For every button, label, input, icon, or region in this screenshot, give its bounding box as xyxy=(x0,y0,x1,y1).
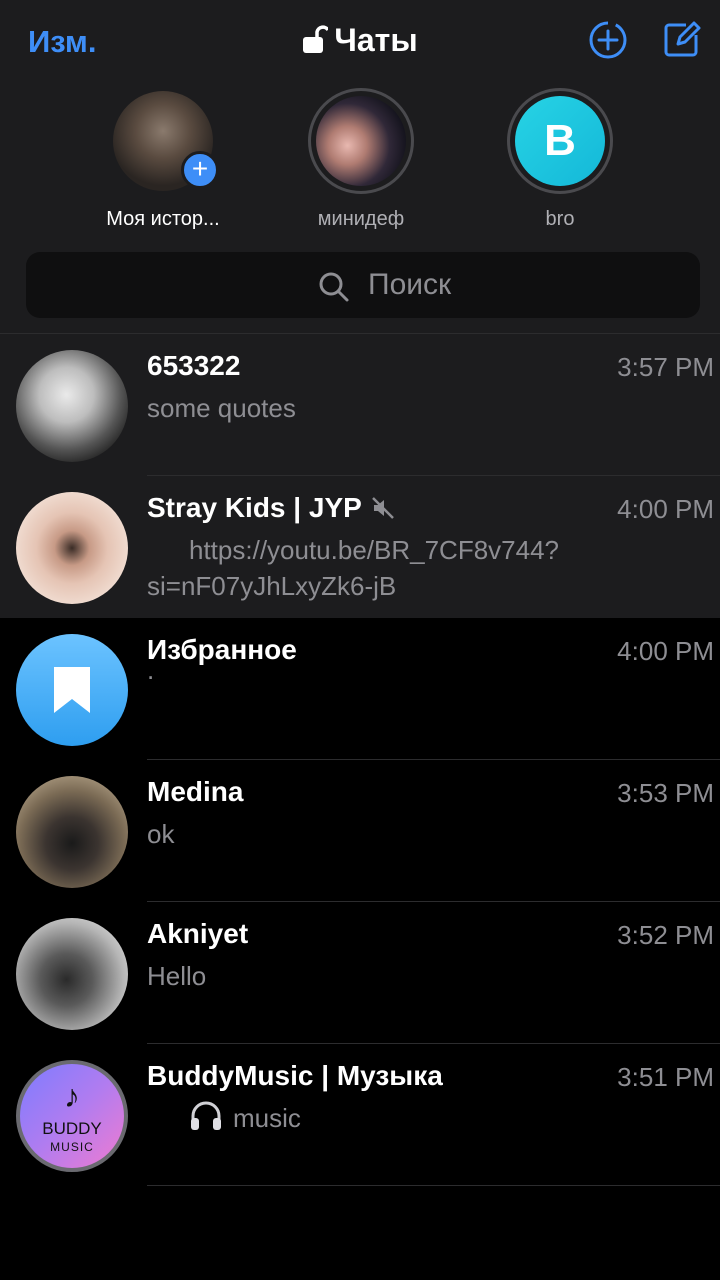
avatar xyxy=(316,96,406,186)
chat-row-buddymusic[interactable]: ♪ BUDDY MUSIC BuddyMusic | Музыка 3:51 P… xyxy=(0,1044,720,1186)
search-icon xyxy=(318,271,350,308)
unlock-icon[interactable] xyxy=(302,24,330,62)
chat-time: 3:57 PM xyxy=(617,352,714,382)
avatar xyxy=(16,918,128,1030)
chat-name: Akniyet xyxy=(147,918,249,949)
story-bro[interactable]: B bro xyxy=(485,88,635,231)
music-note-icon: ♪ xyxy=(64,1078,80,1114)
chat-name-text: Stray Kids | JYP xyxy=(147,492,362,523)
story-avatar[interactable] xyxy=(308,88,414,194)
story-name: bro xyxy=(545,208,575,230)
stories-row: + Моя истор... минидеф B bro xyxy=(0,88,720,238)
search-placeholder: Поиск xyxy=(368,268,452,301)
story-avatar[interactable]: + xyxy=(110,88,219,194)
avatar xyxy=(16,492,128,604)
chat-preview: ok xyxy=(147,819,175,849)
chat-row-akniyet[interactable]: Akniyet 3:52 PM Hello xyxy=(0,902,720,1044)
chat-preview-line: si=nF07yJhLxyZk6-jB xyxy=(147,571,397,601)
top-header: Изм. Чаты + Моя истор... минидеф B bro П… xyxy=(0,0,720,333)
chat-preview-text: music xyxy=(233,1103,301,1133)
chat-name: 653322 xyxy=(147,350,241,381)
avatar-initial: B xyxy=(515,96,605,186)
chat-preview-line: https://youtu.be/BR_7CF8v744? xyxy=(189,535,560,565)
avatar: ♪ BUDDY MUSIC xyxy=(16,1060,128,1172)
chat-row-saved[interactable]: Избранное 4:00 PM . xyxy=(0,618,720,760)
chat-time: 4:00 PM xyxy=(617,494,714,524)
chat-row-stray-kids[interactable]: Stray Kids | JYP 4:00 PM https://youtu.b… xyxy=(0,476,720,618)
chat-preview: https://youtu.be/BR_7CF8v744? si=nF07yJh… xyxy=(147,532,667,604)
chat-row-medina[interactable]: Medina 3:53 PM ok xyxy=(0,760,720,902)
chat-time: 3:53 PM xyxy=(617,778,714,808)
chat-time: 3:51 PM xyxy=(617,1062,714,1092)
story-avatar[interactable]: B xyxy=(507,88,613,194)
muted-icon xyxy=(370,495,396,528)
chat-name: BuddyMusic | Музыка xyxy=(147,1060,443,1091)
add-story-icon[interactable] xyxy=(588,20,628,60)
chat-name: Stray Kids | JYP xyxy=(147,492,396,528)
compose-icon[interactable] xyxy=(662,20,702,60)
headphones-icon xyxy=(189,1100,223,1141)
story-minidef[interactable]: минидеф xyxy=(286,88,436,231)
divider xyxy=(147,1185,720,1186)
add-story-plus-icon[interactable]: + xyxy=(181,151,219,189)
avatar xyxy=(16,776,128,888)
story-my[interactable]: + Моя истор... xyxy=(88,88,238,231)
logo-text: MUSIC xyxy=(50,1140,94,1154)
chat-preview: some quotes xyxy=(147,393,296,423)
chat-preview: . xyxy=(147,655,155,685)
title-text: Чаты xyxy=(334,22,418,58)
search-input[interactable]: Поиск xyxy=(26,252,700,318)
bookmark-icon xyxy=(16,634,128,746)
story-name: Моя истор... xyxy=(106,208,220,230)
story-name: минидеф xyxy=(317,208,405,230)
chat-time: 3:52 PM xyxy=(617,920,714,950)
chat-preview: music xyxy=(147,1100,667,1141)
logo-text: BUDDY xyxy=(42,1119,102,1138)
avatar xyxy=(16,350,128,462)
chat-row-653322[interactable]: 653322 3:57 PM some quotes xyxy=(0,334,720,476)
chat-preview: Hello xyxy=(147,961,207,991)
chat-name: Medina xyxy=(147,776,244,807)
